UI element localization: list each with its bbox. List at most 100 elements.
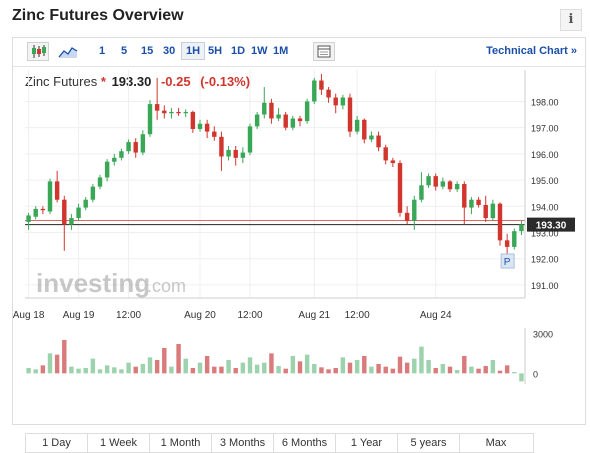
- volume-bar: [119, 369, 124, 374]
- volume-bar: [412, 358, 417, 374]
- volume-bar: [54, 354, 60, 374]
- volume-bar: [226, 360, 231, 374]
- volume-bar: [233, 368, 238, 374]
- volume-bar: [326, 369, 331, 374]
- volume-bar: [62, 340, 67, 374]
- candle-body: [433, 176, 438, 187]
- chart-toolbar: 1 5 15 30 1H 5H 1D 1W 1M Technical Chart…: [13, 38, 585, 67]
- candle-body: [404, 212, 410, 221]
- candle-body: [333, 97, 338, 106]
- candle-body: [176, 111, 181, 114]
- candle-body: [90, 186, 96, 200]
- candle-body: [262, 102, 267, 115]
- volume-bar: [462, 356, 467, 374]
- volume-bar: [33, 369, 38, 374]
- x-tick-label: Aug 20: [184, 310, 216, 321]
- timeframe-5h[interactable]: 5H: [208, 45, 222, 57]
- timeframe-1h[interactable]: 1H: [181, 42, 206, 60]
- candle-body: [226, 149, 231, 157]
- volume-bar: [40, 365, 46, 374]
- candle-body: [347, 97, 353, 132]
- candle-body: [447, 181, 453, 190]
- volume-bar: [254, 364, 260, 374]
- candle-body: [104, 161, 110, 178]
- candle-body: [183, 111, 188, 114]
- volume-bar: [69, 366, 74, 374]
- volume-bar: [454, 370, 460, 374]
- volume-bar: [190, 368, 196, 374]
- candle-body: [33, 208, 38, 217]
- volume-bar: [369, 366, 374, 374]
- candle-body: [219, 136, 224, 157]
- volume-bar: [219, 366, 224, 374]
- candle-body: [519, 224, 524, 232]
- candle-body: [340, 97, 346, 106]
- candle-body: [190, 111, 196, 129]
- candle-body: [390, 160, 396, 164]
- candle-body: [397, 163, 403, 213]
- candle-body: [47, 181, 53, 212]
- candlestick-icon[interactable]: [27, 42, 49, 61]
- volume-bar: [340, 357, 346, 374]
- volume-bar: [476, 368, 481, 374]
- volume-bar: [154, 360, 160, 374]
- volume-bar: [204, 356, 210, 374]
- y-tick-label: 197.00: [531, 124, 559, 134]
- calendar-icon[interactable]: [313, 42, 335, 61]
- volume-bar: [276, 366, 281, 374]
- candle-body: [254, 114, 260, 127]
- volume-bar: [512, 372, 517, 374]
- volume-bar: [469, 366, 474, 374]
- volume-bar: [183, 358, 188, 374]
- x-tick-label: Aug 24: [420, 310, 452, 321]
- timeframe-1w[interactable]: 1W: [251, 45, 268, 57]
- timeframe-1[interactable]: 1: [99, 45, 105, 57]
- candle-body: [54, 181, 60, 200]
- candle-body: [297, 118, 303, 122]
- candle-body: [462, 184, 467, 208]
- volume-bar: [333, 368, 338, 374]
- timeframe-1m[interactable]: 1M: [273, 45, 288, 57]
- volume-bar: [490, 360, 496, 374]
- volume-bar: [133, 366, 138, 374]
- price-chart[interactable]: investing .com 198.00 197.00 196.00 195.00 1…: [13, 66, 585, 421]
- candle-body: [290, 118, 296, 128]
- volume-bar: [519, 373, 524, 382]
- candle-body: [383, 147, 388, 161]
- volume-bar: [140, 364, 146, 374]
- timeframe-30[interactable]: 30: [163, 45, 175, 57]
- x-tick-label: 12:00: [237, 310, 262, 321]
- volume-bar: [376, 364, 381, 374]
- candle-body: [476, 199, 481, 205]
- area-chart-icon[interactable]: [57, 42, 79, 61]
- timeframe-15[interactable]: 15: [141, 45, 153, 57]
- candle-body: [69, 218, 74, 225]
- candle-body: [283, 114, 288, 128]
- volume-bar: [404, 362, 410, 374]
- technical-chart-link[interactable]: Technical Chart »: [486, 45, 577, 57]
- volume-bar: [176, 344, 181, 374]
- volume-bar: [247, 357, 253, 374]
- p-marker-label: P: [504, 257, 511, 268]
- timeframe-5[interactable]: 5: [121, 45, 127, 57]
- candle-body: [419, 185, 424, 200]
- volume-bar: [83, 368, 88, 374]
- candle-body: [240, 152, 246, 158]
- info-icon[interactable]: i: [560, 9, 582, 31]
- volume-bar: [97, 369, 103, 374]
- candle-body: [40, 208, 46, 211]
- candle-body: [426, 176, 431, 186]
- volume-bar: [169, 366, 174, 374]
- candle-body: [369, 135, 374, 140]
- timeframe-1d[interactable]: 1D: [231, 45, 245, 57]
- candle-body: [197, 123, 203, 129]
- candle-body: [169, 111, 174, 114]
- candle-body: [140, 134, 146, 153]
- y-tick-label: 195.00: [531, 176, 559, 186]
- candle-body: [319, 80, 324, 90]
- volume-bar: [76, 368, 81, 374]
- volume-bar: [147, 357, 153, 374]
- volume-tick-label: 0: [533, 369, 538, 379]
- volume-bar: [126, 362, 131, 374]
- candle-body: [497, 203, 503, 241]
